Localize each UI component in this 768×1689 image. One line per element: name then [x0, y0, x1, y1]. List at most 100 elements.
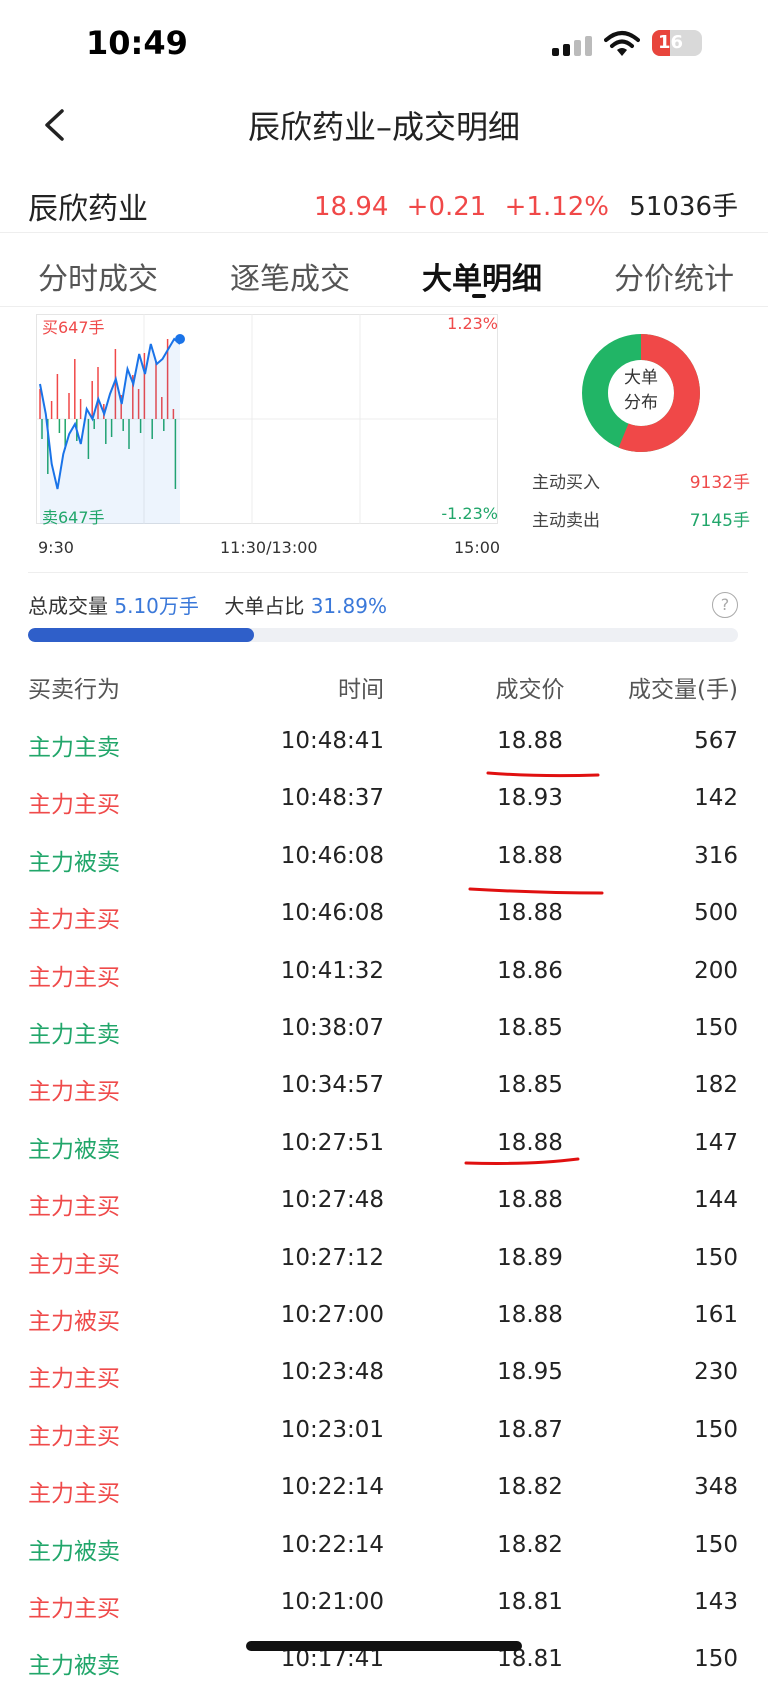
table-row[interactable]: 主力主买 10:27:48 18.88 144	[0, 1173, 768, 1230]
trade-time: 10:23:01	[280, 1416, 384, 1443]
table-row[interactable]: 主力被买 10:27:00 18.88 161	[0, 1288, 768, 1345]
battery-icon: 16	[652, 30, 702, 56]
trade-action: 主力主买	[28, 792, 120, 819]
tab-time-share[interactable]: 分时成交	[38, 254, 158, 298]
section-divider	[28, 572, 748, 573]
trade-action: 主力主买	[28, 1481, 120, 1508]
active-sell-value: 7145手	[689, 511, 750, 531]
trade-time: 10:27:51	[280, 1129, 384, 1156]
stock-change: +0.21	[406, 192, 487, 222]
trade-time: 10:41:32	[280, 957, 384, 984]
help-icon[interactable]: ?	[712, 592, 738, 618]
trade-price: 18.85	[497, 1015, 563, 1041]
trade-volume: 150	[694, 1244, 738, 1271]
trade-price: 18.88	[497, 1187, 563, 1214]
trade-action: 主力主买	[28, 964, 120, 991]
trade-price: 18.89	[497, 1244, 563, 1271]
table-row[interactable]: 主力被卖 10:22:14 18.82 150	[0, 1518, 768, 1575]
big-order-ratio-value: 31.89%	[310, 594, 387, 618]
trade-price: 18.88	[497, 728, 563, 754]
table-row[interactable]: 主力被卖 10:46:08 18.88 316	[0, 829, 768, 886]
trade-volume: 200	[694, 957, 738, 984]
trade-volume: 150	[694, 1531, 738, 1558]
trade-volume: 144	[694, 1187, 738, 1214]
intraday-big-order-chart[interactable]: 买647手 1.23% 卖647手 -1.23%	[36, 314, 498, 527]
x-label-close: 15:00	[454, 538, 501, 557]
trade-time: 10:46:08	[280, 900, 384, 927]
table-row[interactable]: 主力主买 10:34:57 18.85 182	[0, 1058, 768, 1115]
big-order-ratio-label: 大单占比	[224, 594, 305, 618]
trade-time: 10:27:00	[280, 1302, 384, 1328]
trade-price: 18.86	[497, 957, 563, 984]
status-bar: 10:49 16	[0, 0, 768, 90]
chart-sell-label: 卖647手	[42, 508, 105, 527]
trade-action: 主力被卖	[28, 1538, 120, 1565]
tab-price-stats[interactable]: 分价统计	[614, 254, 734, 298]
trade-volume: 567	[694, 728, 738, 754]
trade-action: 主力主买	[28, 1366, 120, 1393]
stock-quote: 18.94 +0.21 +1.12% 51036手	[304, 186, 738, 223]
trade-action: 主力主买	[28, 907, 120, 934]
trade-time: 10:48:41	[280, 728, 384, 754]
trade-action: 主力被买	[28, 1309, 120, 1335]
table-row[interactable]: 主力主买 10:41:32 18.86 200	[0, 944, 768, 1001]
col-header-price: 成交价	[495, 677, 565, 703]
trade-action: 主力主买	[28, 1251, 120, 1278]
trade-volume: 161	[694, 1302, 738, 1328]
table-row[interactable]: 主力被卖 10:27:51 18.88 147	[0, 1116, 768, 1173]
trade-price: 18.88	[497, 842, 563, 869]
battery-level: 16	[658, 32, 684, 53]
table-row[interactable]: 主力主买 10:23:48 18.95 230	[0, 1345, 768, 1402]
trade-volume: 500	[694, 900, 738, 927]
table-row[interactable]: 主力主买 10:46:08 18.88 500	[0, 886, 768, 943]
home-indicator[interactable]	[246, 1641, 522, 1651]
trade-action: 主力主买	[28, 1596, 120, 1622]
trade-volume: 230	[694, 1359, 738, 1386]
donut-center-label: 大单 分布	[582, 366, 700, 416]
active-sell-label: 主动卖出	[532, 511, 600, 531]
trade-time: 10:27:12	[280, 1244, 384, 1271]
big-order-ratio-progress	[28, 628, 738, 642]
trade-volume: 150	[694, 1015, 738, 1041]
trade-time: 10:23:48	[280, 1359, 384, 1386]
price-area	[40, 339, 180, 524]
status-clock: 10:49	[86, 24, 188, 62]
trade-time: 10:48:37	[280, 785, 384, 812]
chart-canvas	[36, 314, 498, 524]
trade-price: 18.88	[497, 900, 563, 927]
active-buy-value: 9132手	[689, 473, 750, 493]
trade-price: 18.93	[497, 785, 563, 812]
table-row[interactable]: 主力主卖 10:48:41 18.88 567	[0, 714, 768, 771]
trade-volume: 143	[694, 1589, 738, 1615]
stock-change-pct: +1.12%	[504, 192, 610, 222]
table-row[interactable]: 主力主买 10:22:14 18.82 348	[0, 1460, 768, 1517]
donut-label-line1: 大单	[624, 368, 658, 388]
stock-volume: 51036手	[629, 192, 738, 222]
trade-action: 主力主买	[28, 1423, 120, 1450]
trade-volume: 142	[694, 785, 738, 812]
trade-volume: 147	[694, 1129, 738, 1156]
trade-volume: 348	[694, 1474, 738, 1501]
donut-label-line2: 分布	[624, 393, 658, 413]
tab-tick-by-tick[interactable]: 逐笔成交	[230, 254, 350, 298]
table-row[interactable]: 主力主买 10:23:01 18.87 150	[0, 1403, 768, 1460]
wifi-icon	[604, 31, 640, 56]
trade-action: 主力主卖	[28, 735, 120, 761]
trade-action: 主力主买	[28, 1079, 120, 1106]
current-price-dot	[175, 334, 185, 344]
trade-price: 18.95	[497, 1359, 563, 1386]
chart-buy-label: 买647手	[42, 318, 105, 337]
table-row[interactable]: 主力主买 10:48:37 18.93 142	[0, 771, 768, 828]
trade-price: 18.82	[497, 1531, 563, 1558]
stock-price: 18.94	[313, 192, 389, 222]
trade-volume: 182	[694, 1072, 738, 1099]
trade-action: 主力被卖	[28, 1136, 120, 1163]
tab-big-order-detail[interactable]: 大单明细	[422, 254, 542, 298]
table-row[interactable]: 主力主买 10:27:12 18.89 150	[0, 1231, 768, 1288]
trade-price: 18.82	[497, 1474, 563, 1501]
table-row[interactable]: 主力主卖 10:38:07 18.85 150	[0, 1001, 768, 1058]
table-row[interactable]: 主力主买 10:21:00 18.81 143	[0, 1575, 768, 1632]
chart-bottom-pct: -1.23%	[441, 504, 498, 523]
trade-time: 10:21:00	[280, 1589, 384, 1615]
big-order-distribution-donut[interactable]: 大单 分布	[582, 334, 700, 452]
